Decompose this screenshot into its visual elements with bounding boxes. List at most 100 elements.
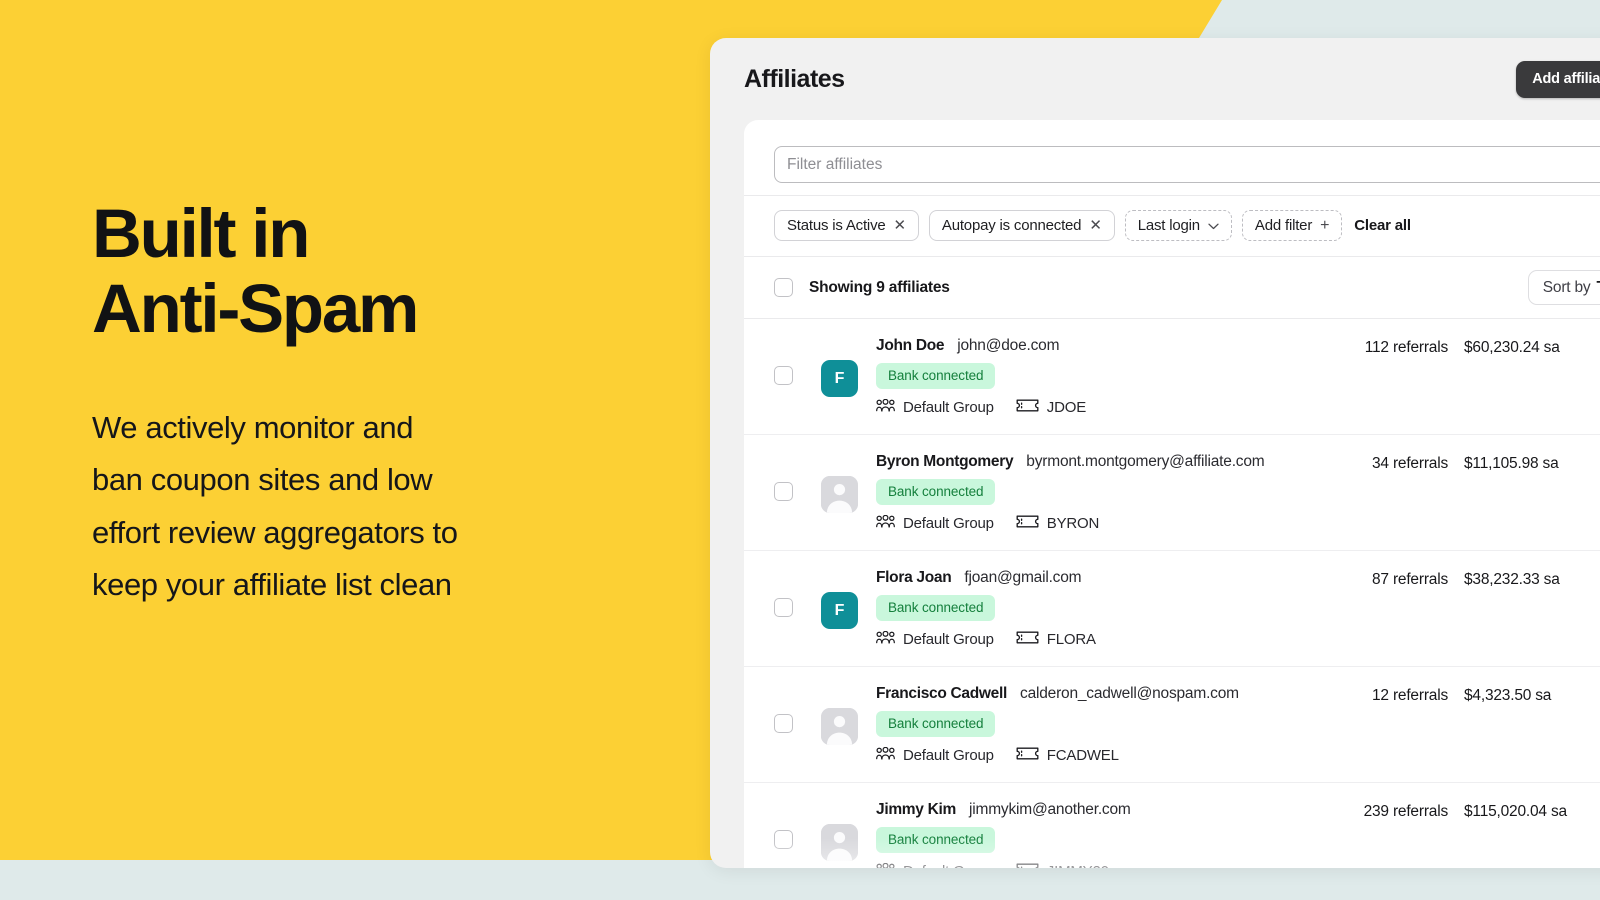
status-badge: Bank connected — [876, 595, 996, 621]
coupon-ticket-icon — [1016, 862, 1039, 868]
row-stats: 112 referrals $60,230.24 sa — [1344, 339, 1560, 357]
add-filter-label: Add filter — [1254, 217, 1313, 234]
marketing-subcopy: We actively monitor and ban coupon sites… — [92, 410, 458, 602]
group-icon — [876, 630, 895, 648]
affiliate-email: jimmykim@another.com — [969, 801, 1131, 818]
row-stats: 239 referrals $115,020.04 sa — [1344, 803, 1568, 821]
list-toolbar: Showing 9 affiliates Sort by Total Sales — [744, 257, 1600, 319]
screenshot-root: Built in Anti-Spam We actively monitor a… — [0, 0, 1600, 900]
select-all-checkbox[interactable] — [774, 278, 793, 297]
person-placeholder-icon — [821, 476, 858, 513]
sort-value-label: Total Sales — [1597, 279, 1600, 297]
search-zone — [744, 120, 1600, 183]
affiliate-coupon: BYRON — [1046, 515, 1100, 532]
page-title: Affiliates — [744, 64, 845, 93]
marketing-headline: Built in Anti-Spam — [92, 195, 419, 348]
coupon-ticket-icon — [1016, 630, 1039, 649]
add-affiliate-button[interactable]: Add affiliate — [1516, 60, 1600, 98]
table-row[interactable]: Byron Montgomery byrmont.montgomery@affil… — [744, 435, 1600, 551]
affiliate-email: john@doe.com — [957, 337, 1060, 354]
row-meta: Default Group FLORA — [876, 630, 1600, 649]
affiliate-email: fjoan@gmail.com — [964, 569, 1082, 586]
filter-chip-status[interactable]: Status is Active ✕ — [774, 210, 919, 241]
sort-prefix-label: Sort by — [1542, 278, 1591, 296]
row-meta: Default Group FCADWEL — [876, 746, 1600, 765]
row-select-checkbox[interactable] — [774, 366, 793, 385]
total-sales: $38,232.33 sa — [1464, 571, 1560, 588]
coupon-ticket-icon — [1016, 514, 1039, 533]
showing-count-label: Showing 9 affiliates — [809, 278, 950, 296]
row-meta: Default Group JIMMY20 — [876, 862, 1600, 868]
status-badge: Bank connected — [876, 479, 996, 505]
affiliate-name: Francisco Cadwell — [876, 685, 1008, 702]
affiliates-card: Status is Active ✕ Autopay is connected … — [744, 120, 1600, 868]
table-row[interactable]: F John Doe john@doe.com Bank connected Defau… — [744, 319, 1600, 435]
affiliate-email: calderon_cadwell@nospam.com — [1020, 685, 1239, 702]
affiliate-group: Default Group — [903, 515, 994, 532]
affiliate-coupon: FCADWEL — [1046, 747, 1119, 764]
affiliate-name: Jimmy Kim — [876, 801, 956, 818]
row-select-checkbox[interactable] — [774, 830, 793, 849]
referrals-count: 239 referrals — [1363, 803, 1449, 820]
filter-chip-label: Last login — [1137, 217, 1200, 234]
row-select-checkbox[interactable] — [774, 714, 793, 733]
affiliate-group: Default Group — [903, 631, 994, 648]
app-header: Affiliates Add affiliate Page — [710, 38, 1600, 120]
filter-chip-label: Status is Active — [787, 217, 886, 234]
status-badge: Bank connected — [876, 363, 996, 389]
affiliate-name: John Doe — [876, 337, 945, 354]
status-badge: Bank connected — [876, 827, 996, 853]
person-placeholder-icon — [821, 824, 858, 861]
row-select-checkbox[interactable] — [774, 482, 793, 501]
filter-chip-last-login[interactable]: Last login — [1124, 210, 1232, 241]
row-stats: 34 referrals $11,105.98 sa — [1344, 455, 1559, 473]
referrals-count: 12 referrals — [1372, 687, 1448, 704]
table-row[interactable]: Jimmy Kim jimmykim@another.com Bank connec… — [744, 783, 1600, 868]
referrals-count: 112 referrals — [1364, 339, 1448, 356]
row-meta: Default Group JDOE — [876, 398, 1600, 417]
plus-icon: + — [1320, 216, 1330, 234]
total-sales: $115,020.04 sa — [1464, 803, 1567, 820]
add-filter-chip[interactable]: Add filter + — [1241, 210, 1343, 241]
clear-all-button[interactable]: Clear all — [1352, 217, 1411, 234]
close-icon[interactable]: ✕ — [894, 218, 907, 233]
row-stats: 12 referrals $4,323.50 sa — [1344, 687, 1551, 705]
group-icon — [876, 398, 895, 416]
referrals-count: 34 referrals — [1372, 455, 1448, 472]
sort-by-button[interactable]: Sort by Total Sales — [1527, 270, 1600, 305]
affiliate-name: Byron Montgomery — [876, 453, 1014, 470]
coupon-ticket-icon — [1016, 398, 1039, 417]
row-meta: Default Group BYRON — [876, 514, 1600, 533]
marketing-copy: Built in Anti-Spam We actively monitor a… — [92, 196, 692, 611]
affiliate-coupon: JDOE — [1046, 399, 1087, 416]
coupon-ticket-icon — [1016, 746, 1039, 765]
affiliate-coupon: JIMMY20 — [1047, 863, 1109, 868]
app-window: Affiliates Add affiliate Page — [710, 38, 1600, 868]
table-row[interactable]: F Flora Joan fjoan@gmail.com Bank connected… — [744, 551, 1600, 667]
chevron-down-icon — [1208, 217, 1219, 234]
affiliate-group: Default Group — [903, 747, 994, 764]
referrals-count: 87 referrals — [1372, 571, 1448, 588]
filter-affiliates-input[interactable] — [774, 146, 1600, 183]
group-icon — [876, 862, 895, 868]
total-sales: $11,105.98 sa — [1464, 455, 1559, 472]
row-stats: 87 referrals $38,232.33 sa — [1344, 571, 1560, 589]
affiliates-list: F John Doe john@doe.com Bank connected Defau… — [744, 319, 1600, 868]
close-icon[interactable]: ✕ — [1089, 218, 1102, 233]
row-select-checkbox[interactable] — [774, 598, 793, 617]
filter-chip-row: Status is Active ✕ Autopay is connected … — [744, 195, 1600, 257]
filter-chip-label: Autopay is connected — [941, 217, 1082, 234]
table-row[interactable]: Francisco Cadwell calderon_cadwell@nospam… — [744, 667, 1600, 783]
filter-chip-autopay[interactable]: Autopay is connected ✕ — [928, 210, 1115, 241]
affiliate-email: byrmont.montgomery@affiliate.com — [1026, 453, 1265, 470]
affiliate-coupon: FLORA — [1046, 631, 1096, 648]
total-sales: $4,323.50 sa — [1464, 687, 1552, 704]
avatar: F — [821, 360, 858, 397]
status-badge: Bank connected — [876, 711, 996, 737]
affiliate-group: Default Group — [903, 399, 994, 416]
total-sales: $60,230.24 sa — [1464, 339, 1560, 356]
group-icon — [876, 514, 895, 532]
avatar: F — [821, 592, 858, 629]
group-icon — [876, 746, 895, 764]
affiliate-name: Flora Joan — [876, 569, 952, 586]
